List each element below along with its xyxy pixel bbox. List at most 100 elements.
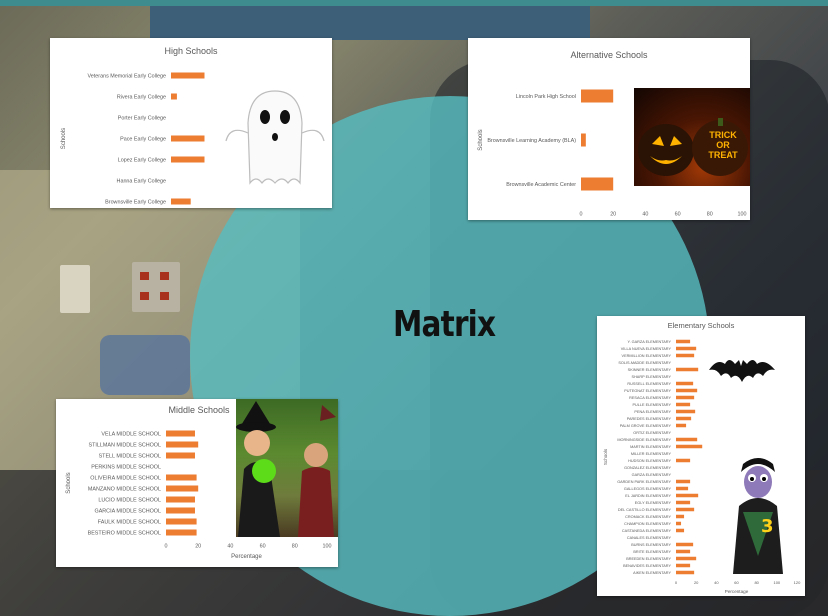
category-label: VILLA NUEVA ELEMENTARY xyxy=(621,347,672,351)
x-tick-label: 80 xyxy=(754,580,759,585)
category-label: Y. GARZA ELEMENTARY xyxy=(628,340,672,344)
x-tick-label: 0 xyxy=(165,543,168,549)
category-label: Lincoln Park High School xyxy=(516,94,576,100)
bar xyxy=(171,135,205,142)
category-label: SHARP ELEMENTARY xyxy=(632,375,672,379)
category-label: GARZA ELEMENTARY xyxy=(632,473,672,477)
category-label: Lopez Early College xyxy=(118,157,166,163)
x-axis-label: Percentage xyxy=(231,554,262,560)
category-label: PULLE ELEMENTARY xyxy=(633,403,672,407)
bar xyxy=(166,529,197,536)
bar xyxy=(676,493,699,498)
x-tick-label: 40 xyxy=(642,211,648,217)
bar xyxy=(676,402,691,407)
category-label: CHAMPION ELEMENTARY xyxy=(624,522,671,526)
category-label: BURNS ELEMENTARY xyxy=(631,543,671,547)
x-tick-label: 80 xyxy=(707,211,713,217)
x-tick-label: 100 xyxy=(323,543,332,549)
ghost-picture xyxy=(225,90,325,185)
costumed-kids-picture xyxy=(236,399,338,537)
category-label: BENAVIDES ELEMENTARY xyxy=(623,564,671,568)
bar xyxy=(166,452,195,459)
category-label: PAREDES ELEMENTARY xyxy=(627,417,672,421)
bar xyxy=(676,542,694,547)
category-label: HUDSON ELEMENTARY xyxy=(628,459,671,463)
bar xyxy=(676,423,687,428)
category-label: Hanna Early College xyxy=(117,178,166,184)
category-label: MARTIN ELEMENTARY xyxy=(630,445,671,449)
bar xyxy=(166,518,197,525)
bar xyxy=(171,72,205,79)
bar xyxy=(676,367,699,372)
elementary-schools-chart-card: Elementary Schools Schools Y. GARZA ELEMEN… xyxy=(597,316,805,596)
category-label: MANZANO MIDDLE SCHOOL xyxy=(88,486,161,492)
pumpkins-picture: TRICK OR TREAT xyxy=(634,88,750,186)
projector-screen xyxy=(150,0,590,40)
bar xyxy=(676,563,691,568)
bar xyxy=(676,507,695,512)
bar xyxy=(166,441,199,448)
category-label: Rivera Early College xyxy=(117,94,166,100)
category-label: PUTEGNAT ELEMENTARY xyxy=(624,389,671,393)
category-label: MORNINGSIDE ELEMENTARY xyxy=(617,438,671,442)
bar xyxy=(171,93,177,100)
category-label: PALM GROVE ELEMENTARY xyxy=(620,424,672,428)
bar xyxy=(166,496,195,503)
category-label: STELL MIDDLE SCHOOL xyxy=(99,453,161,459)
category-label: SKINNER ELEMENTARY xyxy=(628,368,672,372)
x-tick-label: 0 xyxy=(580,211,583,217)
category-label: Pace Early College xyxy=(120,136,166,142)
category-label: BRITE ELEMENTARY xyxy=(633,550,671,554)
x-tick-label: 100 xyxy=(738,211,747,217)
bar xyxy=(166,474,197,481)
bar xyxy=(676,437,698,442)
middle-schools-chart-card: Middle Schools Schools VELA MIDDLE SCHOOL S… xyxy=(56,399,338,567)
category-label: Brownsville Learning Academy (BLA) xyxy=(487,138,576,144)
category-label: CROMACK ELEMENTARY xyxy=(625,515,671,519)
category-label: Brownsville Early College xyxy=(105,199,166,205)
bat-picture xyxy=(709,360,775,382)
category-label: GARDEN PARK ELEMENTARY xyxy=(617,480,671,484)
category-label: VERMILLION ELEMENTARY xyxy=(622,354,672,358)
category-label: OLIVEIRA MIDDLE SCHOOL xyxy=(90,475,161,481)
bar xyxy=(676,556,697,561)
x-tick-label: 40 xyxy=(227,543,233,549)
chart-title: High Schools xyxy=(164,46,218,56)
category-label: Brownsville Academic Center xyxy=(506,182,576,188)
category-label: VELA MIDDLE SCHOOL xyxy=(101,431,161,437)
bar xyxy=(676,395,695,400)
x-tick-label: 60 xyxy=(675,211,681,217)
bar xyxy=(676,458,691,463)
bar xyxy=(171,156,205,163)
x-axis-label: Percentage xyxy=(725,589,749,594)
category-label: FAULK MIDDLE SCHOOL xyxy=(98,519,161,525)
y-axis-label: Schools xyxy=(478,129,484,150)
category-label: SOLIS-MADDE ELEMENTARY xyxy=(618,361,671,365)
category-label: Veterans Memorial Early College xyxy=(88,73,167,79)
x-tick-label: 40 xyxy=(714,580,719,585)
count-puppet-picture: 3 xyxy=(733,458,783,574)
bar xyxy=(166,507,195,514)
x-tick-label: 0 xyxy=(675,580,678,585)
bar xyxy=(166,485,199,492)
bar xyxy=(676,346,697,351)
slide-title: Matrix xyxy=(393,304,496,345)
bar xyxy=(676,381,694,386)
category-label: GARCIA MIDDLE SCHOOL xyxy=(95,508,162,514)
category-label: MILLER ELEMENTARY xyxy=(631,452,672,456)
bar xyxy=(581,177,614,191)
x-tick-label: 20 xyxy=(195,543,201,549)
bar xyxy=(676,528,685,533)
bar xyxy=(676,570,695,575)
kids-in-costumes xyxy=(236,401,336,537)
chart-title: Elementary Schools xyxy=(668,321,735,330)
category-label: CASTANEDA ELEMENTARY xyxy=(622,529,672,533)
category-label: PENA ELEMENTARY xyxy=(634,410,671,414)
bar xyxy=(171,198,191,205)
x-tick-label: 80 xyxy=(292,543,298,549)
category-label: BESTEIRO MIDDLE SCHOOL xyxy=(88,530,161,536)
bar xyxy=(166,430,195,437)
category-label: RUSSELL ELEMENTARY xyxy=(627,382,671,386)
category-label: AIKEN ELEMENTARY xyxy=(633,571,671,575)
category-label: LUCIO MIDDLE SCHOOL xyxy=(98,497,161,503)
